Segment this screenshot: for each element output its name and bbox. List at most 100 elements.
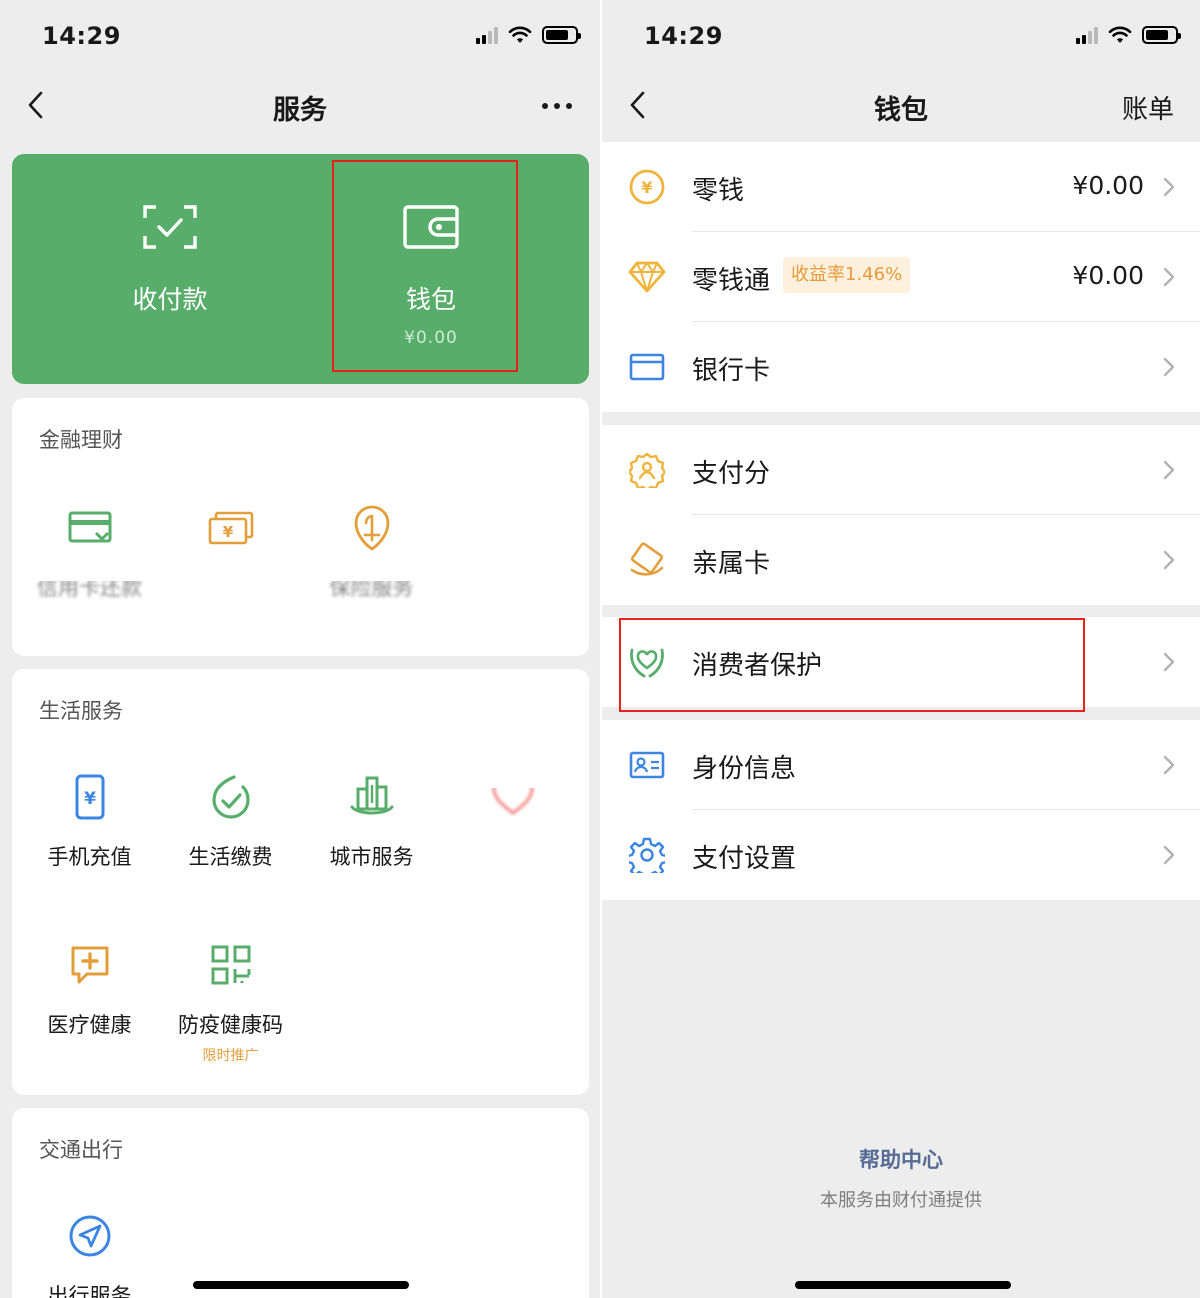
id-card-icon <box>629 751 665 779</box>
page-title: 服务 <box>273 95 327 126</box>
svg-text:¥: ¥ <box>84 789 96 809</box>
travel-service-button[interactable]: 出行服务 <box>19 1212 160 1298</box>
phone-recharge-icon: ¥ <box>75 774 104 820</box>
insurance-service-button[interactable]: 保险服务 <box>301 504 442 602</box>
city-services-button[interactable]: 城市服务 <box>301 773 442 871</box>
wifi-icon <box>1108 26 1132 43</box>
lingqiantong-row[interactable]: 零钱通 收益率1.46% ¥0.00 <box>602 232 1200 322</box>
row-value: ¥0.00 <box>1072 171 1144 200</box>
battery-icon <box>1142 26 1181 44</box>
promo-tag: 限时推广 <box>202 1048 259 1064</box>
family-card-icon <box>630 542 664 576</box>
nav-bar: 服务 <box>0 84 600 128</box>
highlight-box-consumer-protection <box>619 618 1085 712</box>
status-time: 14:29 <box>644 22 723 50</box>
pay-receive-button[interactable]: 收付款 <box>85 204 255 316</box>
money-icon: ¥ <box>208 511 253 545</box>
consumer-group: 消费者保护 <box>602 617 1200 712</box>
pay-score-row[interactable]: 支付分 <box>602 425 1200 515</box>
status-icons <box>1076 26 1181 44</box>
row-label: 支付设置 <box>692 844 797 874</box>
row-label: 零钱 <box>692 176 745 206</box>
bill-pay-icon <box>211 775 250 819</box>
insurance-icon <box>354 505 389 551</box>
settings-group: 身份信息 支付设置 <box>602 720 1200 900</box>
wifi-icon <box>508 26 532 43</box>
identity-info-row[interactable]: 身份信息 <box>602 720 1200 810</box>
help-center-link[interactable]: 帮助中心 <box>602 1144 1200 1174</box>
wallet-balance-group: ¥ 零钱 ¥0.00 零钱通 收益率1.46% ¥0.00 银行卡 <box>602 142 1200 412</box>
city-icon <box>350 776 393 815</box>
pay-receive-label: 收付款 <box>132 285 208 314</box>
diamond-icon <box>628 261 666 293</box>
nav-bar: 钱包 账单 <box>602 84 1200 128</box>
svg-text:¥: ¥ <box>222 523 233 541</box>
page-title: 钱包 <box>874 95 928 126</box>
service-label: 城市服务 <box>329 845 414 869</box>
status-icons <box>476 26 581 44</box>
row-label: 身份信息 <box>692 754 797 784</box>
row-label: 亲属卡 <box>692 549 771 579</box>
service-label: 手机充值 <box>47 845 132 869</box>
charity-icon <box>491 787 534 815</box>
chevron-right-icon <box>1163 652 1175 672</box>
change-row[interactable]: ¥ 零钱 ¥0.00 <box>602 142 1200 232</box>
settings-gear-icon <box>629 837 665 873</box>
coin-icon: ¥ <box>629 169 665 205</box>
pay-score-icon <box>629 452 665 488</box>
service-label: 防疫健康码 <box>178 1013 283 1037</box>
highlight-box-wallet <box>332 160 518 372</box>
chevron-right-icon <box>1163 550 1175 570</box>
travel-icon <box>69 1215 110 1257</box>
battery-icon <box>542 26 581 44</box>
more-icon[interactable] <box>540 100 574 112</box>
health-code-button[interactable]: 防疫健康码 限时推广 <box>160 941 301 1065</box>
status-time: 14:29 <box>42 22 121 50</box>
row-label: 零钱通 <box>692 266 771 296</box>
service-label: 医疗健康 <box>47 1013 132 1037</box>
finance-section: 金融理财 信用卡还款 ¥ 保险服务 <box>12 398 589 656</box>
section-title: 交通出行 <box>39 1138 123 1162</box>
chevron-right-icon <box>1163 755 1175 775</box>
service-label: 信用卡还款 <box>37 576 142 600</box>
medical-health-button[interactable]: 医疗健康 <box>19 941 160 1039</box>
bill-pay-button[interactable]: 生活缴费 <box>160 773 301 871</box>
row-label: 支付分 <box>692 459 771 489</box>
svg-text:¥: ¥ <box>641 178 652 197</box>
section-title: 生活服务 <box>39 699 123 723</box>
bill-button[interactable]: 账单 <box>1122 89 1174 126</box>
payment-card: 收付款 钱包 ¥0.00 <box>12 154 589 384</box>
charity-button[interactable] <box>442 787 583 841</box>
services-screen: 14:29 服务 收付款 钱包 ¥0.00 金融理财 信用卡还款 ¥ 保险服务 … <box>0 0 600 1298</box>
yield-badge: 收益率1.46% <box>783 257 911 293</box>
life-services-section: 生活服务 ¥ 手机充值 生活缴费 城市服务 医疗健康 防疫健康码 限时推广 <box>12 669 589 1095</box>
transport-section: 交通出行 出行服务 <box>12 1108 589 1298</box>
pay-settings-row[interactable]: 支付设置 <box>602 810 1200 900</box>
family-card-row[interactable]: 亲属卡 <box>602 515 1200 605</box>
cellular-signal-icon <box>476 26 498 44</box>
service-label: 生活缴费 <box>188 845 273 869</box>
chevron-right-icon <box>1163 460 1175 480</box>
cellular-signal-icon <box>1076 26 1098 44</box>
credit-card-repay-button[interactable]: 信用卡还款 <box>19 504 160 602</box>
bank-card-row[interactable]: 银行卡 <box>602 322 1200 412</box>
row-label: 银行卡 <box>692 356 771 386</box>
chevron-right-icon <box>1163 357 1175 377</box>
provider-note: 本服务由财付通提供 <box>820 1190 982 1211</box>
credit-card-icon <box>68 511 111 543</box>
chevron-right-icon <box>1163 267 1175 287</box>
credit-group: 支付分 亲属卡 <box>602 425 1200 605</box>
scan-pay-icon <box>143 205 197 249</box>
medical-icon <box>71 946 108 984</box>
chevron-right-icon <box>1163 845 1175 865</box>
home-indicator[interactable] <box>193 1281 409 1289</box>
phone-recharge-button[interactable]: ¥ 手机充值 <box>19 773 160 871</box>
money-service-button[interactable]: ¥ <box>160 504 301 572</box>
chevron-right-icon <box>1163 177 1175 197</box>
qr-code-icon <box>211 945 250 985</box>
section-title: 金融理财 <box>39 428 123 452</box>
service-label: 出行服务 <box>47 1284 132 1298</box>
bank-card-icon <box>629 353 665 381</box>
wallet-screen: 14:29 钱包 账单 ¥ 零钱 ¥0.00 零钱通 收益率1.46% ¥0.0… <box>602 0 1200 1298</box>
home-indicator[interactable] <box>795 1281 1011 1289</box>
